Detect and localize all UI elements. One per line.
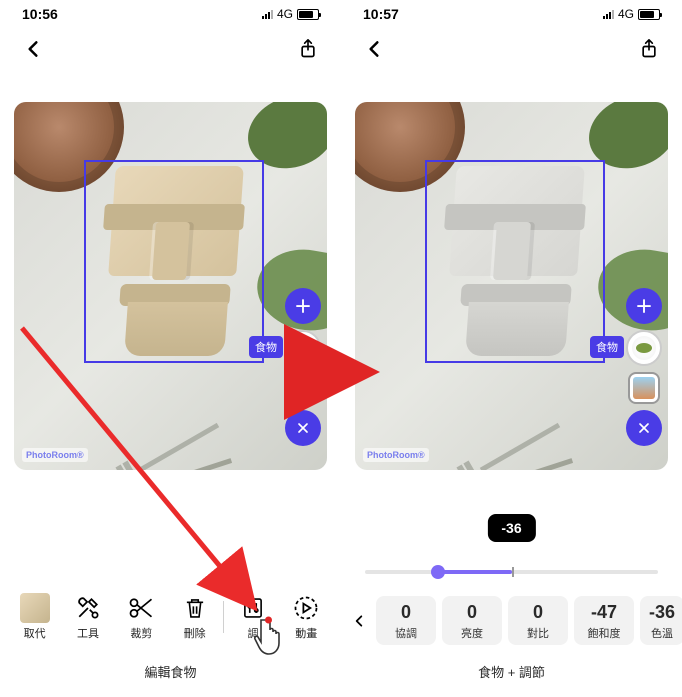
watermark: PhotoRoom® <box>22 448 88 462</box>
back-button[interactable] <box>18 34 48 64</box>
adjust-hue[interactable]: 0 協調 <box>376 596 436 645</box>
close-fab-button[interactable] <box>626 410 662 446</box>
phone-left: 10:56 4G 食物 <box>0 0 341 697</box>
close-fab-button[interactable] <box>285 410 321 446</box>
thumbnail-icon <box>292 377 314 399</box>
background-thumb-button[interactable] <box>287 372 319 404</box>
toolbar: 取代 工具 裁剪 刪除 <box>0 589 341 645</box>
food-plate-icon <box>632 336 656 360</box>
phone-right: 10:57 4G 食物 <box>341 0 682 697</box>
share-button[interactable] <box>293 34 323 64</box>
status-right: 4G <box>262 7 319 21</box>
editor-canvas[interactable]: 食物 PhotoRoom® <box>14 102 327 470</box>
status-time: 10:57 <box>363 6 399 22</box>
status-right: 4G <box>603 7 660 21</box>
tool-delete[interactable]: 刪除 <box>168 589 221 645</box>
layer-chip-food[interactable]: 食物 <box>249 336 283 358</box>
adjust-label: 對比 <box>508 625 568 641</box>
adjust-back-button[interactable] <box>345 614 373 628</box>
adjust-label: 協調 <box>376 625 436 641</box>
status-bar: 10:56 4G <box>0 0 341 26</box>
fab-stack <box>626 288 662 446</box>
tool-label: 動畫 <box>295 625 317 641</box>
divider <box>223 601 224 633</box>
editor-canvas[interactable]: 食物 PhotoRoom® <box>355 102 668 470</box>
status-bar: 10:57 4G <box>341 0 682 26</box>
subject-sculpture[interactable] <box>433 166 603 368</box>
background-thumb-button[interactable] <box>628 372 660 404</box>
tool-label: 調 <box>247 625 258 641</box>
tool-label: 工具 <box>77 625 99 641</box>
current-value-badge: -36 <box>487 514 535 542</box>
adjust-value: 0 <box>508 602 568 623</box>
background-fork <box>480 423 560 470</box>
trash-icon <box>180 593 210 623</box>
battery-icon <box>297 9 319 20</box>
tool-label: 刪除 <box>184 625 206 641</box>
network-label: 4G <box>277 7 293 21</box>
sliders-icon <box>238 593 268 623</box>
adjust-value: -47 <box>574 602 634 623</box>
layer-chip-food[interactable]: 食物 <box>590 336 624 358</box>
tool-replace[interactable]: 取代 <box>8 589 61 645</box>
tool-animate[interactable]: 動畫 <box>280 589 333 645</box>
signal-icon <box>262 10 273 19</box>
food-plate-icon <box>291 336 315 360</box>
footer-title: 食物 + 調節 <box>341 662 682 681</box>
watermark: PhotoRoom® <box>363 448 429 462</box>
tool-tools[interactable]: 工具 <box>61 589 114 645</box>
adjust-contrast[interactable]: 0 對比 <box>508 596 568 645</box>
share-button[interactable] <box>634 34 664 64</box>
status-time: 10:56 <box>22 6 58 22</box>
nav-bar <box>0 26 341 74</box>
background-fork <box>139 423 219 470</box>
adjust-temperature[interactable]: -36 色溫 <box>640 596 682 645</box>
signal-icon <box>603 10 614 19</box>
add-layer-button[interactable] <box>285 288 321 324</box>
tool-label: 裁剪 <box>130 625 152 641</box>
tool-crop[interactable]: 裁剪 <box>115 589 168 645</box>
adjust-label: 色溫 <box>640 625 682 641</box>
back-button[interactable] <box>359 34 389 64</box>
adjust-value: 0 <box>442 602 502 623</box>
replace-thumb-icon <box>20 593 50 623</box>
thumbnail-icon <box>633 377 655 399</box>
food-layer-button[interactable] <box>626 330 662 366</box>
tool-adjust[interactable]: 調 <box>226 589 279 645</box>
wrench-icon <box>73 593 103 623</box>
food-layer-button[interactable] <box>285 330 321 366</box>
adjust-slider[interactable] <box>365 562 658 582</box>
slider-fill <box>438 570 511 574</box>
battery-icon <box>638 9 660 20</box>
add-layer-button[interactable] <box>626 288 662 324</box>
tool-label: 取代 <box>24 625 46 641</box>
adjust-values-row: 0 協調 0 亮度 0 對比 -47 飽和度 -36 色溫 <box>341 596 682 645</box>
subject-sculpture[interactable] <box>92 166 262 368</box>
adjust-value: -36 <box>640 602 682 623</box>
play-dashed-icon <box>291 593 321 623</box>
nav-bar <box>341 26 682 74</box>
adjust-saturation[interactable]: -47 飽和度 <box>574 596 634 645</box>
network-label: 4G <box>618 7 634 21</box>
adjust-label: 亮度 <box>442 625 502 641</box>
adjust-label: 飽和度 <box>574 625 634 641</box>
scissors-icon <box>126 593 156 623</box>
footer-title: 編輯食物 <box>0 662 341 681</box>
slider-thumb[interactable] <box>431 565 445 579</box>
fab-stack <box>285 288 321 446</box>
slider-center-mark <box>512 567 514 577</box>
adjust-value: 0 <box>376 602 436 623</box>
adjust-brightness[interactable]: 0 亮度 <box>442 596 502 645</box>
